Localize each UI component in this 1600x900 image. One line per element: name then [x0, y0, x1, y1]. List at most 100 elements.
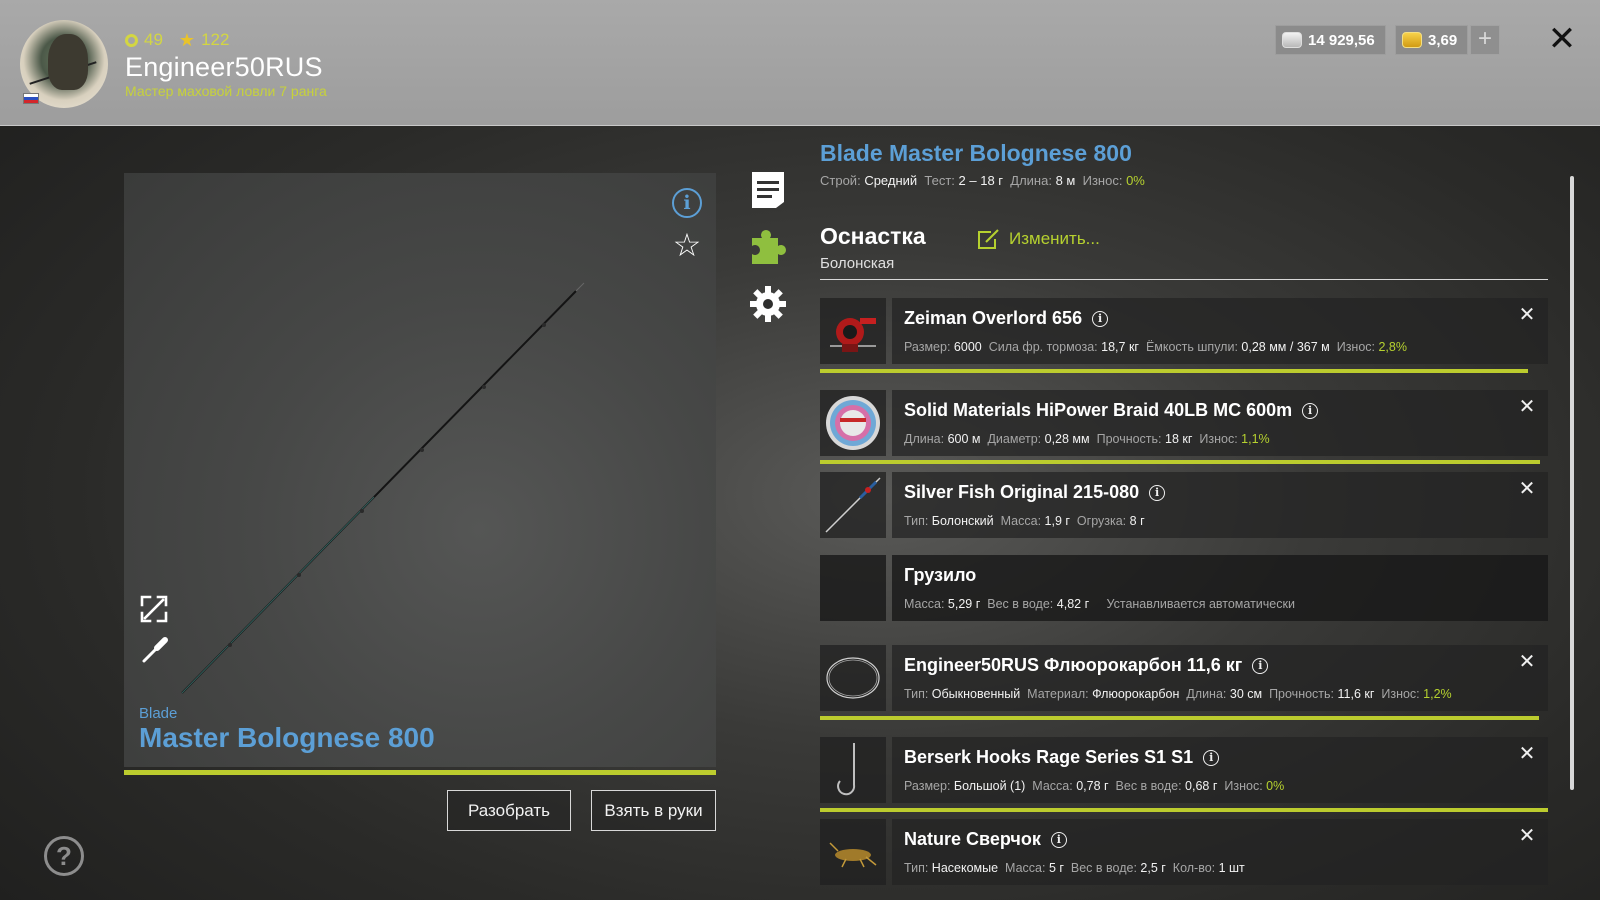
expand-icon[interactable]	[139, 594, 169, 624]
list-item[interactable]: Berserk Hooks Rage Series S1 S1 i Размер…	[892, 737, 1548, 803]
stat-label: Износ:	[1336, 340, 1375, 354]
rig-subtitle: Болонская	[820, 255, 895, 272]
info-icon[interactable]: i	[1252, 657, 1269, 674]
stat-label: Тип:	[904, 861, 929, 875]
gold-coin-icon	[1402, 32, 1422, 48]
leader-icon[interactable]	[820, 645, 886, 711]
stat-value: 11,6 кг	[1337, 687, 1375, 701]
edit-rig-label: Изменить...	[1009, 229, 1100, 248]
item-stats: Размер: 6000 Сила фр. тормоза: 18,7 кг Ё…	[904, 340, 1407, 354]
stat-label: Масса:	[1032, 779, 1073, 793]
sinker-icon	[820, 555, 886, 621]
item-stats: Размер: Большой (1) Масса: 0,78 г Вес в …	[904, 779, 1284, 793]
stat-label: Тип:	[904, 514, 929, 528]
stat-label: Износ:	[1224, 779, 1263, 793]
stat-label: Ёмкость шпули:	[1145, 340, 1238, 354]
info-icon[interactable]: i	[1302, 402, 1319, 419]
item-stats: Тип: Обыкновенный Материал: Флюорокарбон…	[904, 687, 1452, 701]
rod-model: Master Bolognese 800	[139, 722, 435, 753]
wear-bar	[820, 808, 1548, 812]
stat-value: 1 шт	[1218, 861, 1245, 875]
help-icon[interactable]: ?	[44, 836, 84, 876]
stat-label: Сила фр. тормоза:	[988, 340, 1098, 354]
section-divider	[820, 279, 1548, 280]
stat-value: Обыкновенный	[931, 687, 1021, 701]
cricket-bait-icon[interactable]	[820, 819, 886, 885]
edit-icon	[978, 229, 999, 249]
stat-label: Кол-во:	[1172, 861, 1216, 875]
info-icon[interactable]: i	[1149, 484, 1166, 501]
close-icon[interactable]: ✕	[1545, 22, 1579, 56]
stat-value: 2,8%	[1378, 340, 1407, 354]
stat-label: Масса:	[1000, 514, 1042, 528]
gold-balance: 3,69	[1395, 25, 1469, 55]
item-name: Грузило	[904, 565, 976, 586]
player-header: 49 ★ 122 Engineer50RUS Мастер маховой ло…	[0, 0, 1600, 126]
list-item[interactable]: Zeiman Overlord 656 i Размер: 6000 Сила …	[892, 298, 1548, 364]
take-in-hands-button[interactable]: Взять в руки	[591, 790, 716, 831]
float-icon[interactable]	[820, 472, 886, 538]
info-icon[interactable]: i	[672, 188, 702, 218]
list-item[interactable]: Nature Сверчок i Тип: Насекомые Масса: 5…	[892, 819, 1548, 885]
silver-coin-icon	[1282, 32, 1302, 48]
puzzle-icon[interactable]	[748, 228, 788, 268]
document-icon[interactable]	[748, 170, 788, 210]
stat-label: Размер:	[904, 340, 951, 354]
item-name: Nature Сверчок i	[904, 829, 1067, 850]
level-ring-icon	[125, 33, 138, 47]
item-name-text: Solid Materials HiPower Braid 40LB MC 60…	[904, 400, 1293, 420]
stat-value: 6000	[953, 340, 982, 354]
item-name-text: Zeiman Overlord 656	[904, 308, 1083, 328]
rod-brand: Blade	[139, 705, 178, 722]
wear-bar	[820, 460, 1540, 464]
info-icon[interactable]: i	[1050, 831, 1067, 848]
stat-label: Длина:	[904, 432, 945, 446]
stat-value: 8 г	[1129, 514, 1145, 528]
remove-item-button[interactable]: ✕	[1518, 479, 1536, 499]
remove-item-button[interactable]: ✕	[1518, 826, 1536, 846]
stat-value: 8 м	[1055, 173, 1076, 188]
gear-icon[interactable]	[748, 284, 788, 324]
auto-install-note: Устанавливается автоматически	[1106, 597, 1295, 611]
stat-label: Вес в воде:	[1070, 861, 1137, 875]
list-item[interactable]: Silver Fish Original 215-080 i Тип: Боло…	[892, 472, 1548, 538]
info-icon[interactable]: i	[1203, 749, 1220, 766]
add-currency-button[interactable]: +	[1470, 25, 1500, 55]
stat-value: 0%	[1126, 173, 1145, 188]
remove-item-button[interactable]: ✕	[1518, 305, 1536, 325]
remove-item-button[interactable]: ✕	[1518, 744, 1536, 764]
line-spool-icon[interactable]	[820, 390, 886, 456]
remove-item-button[interactable]: ✕	[1518, 652, 1536, 672]
rod-preview[interactable]	[124, 173, 716, 767]
item-name: Berserk Hooks Rage Series S1 S1 i	[904, 747, 1220, 768]
stat-value: 18,7 кг	[1101, 340, 1139, 354]
stat-label: Огрузка:	[1076, 514, 1127, 528]
silver-balance: 14 929,56	[1275, 25, 1386, 55]
stat-label: Прочность:	[1269, 687, 1335, 701]
rod-condition-bar	[124, 770, 716, 775]
brush-icon[interactable]	[139, 636, 169, 666]
list-item[interactable]: Engineer50RUS Флюорокарбон 11,6 кг i Тип…	[892, 645, 1548, 711]
hook-icon[interactable]	[820, 737, 886, 803]
reel-icon[interactable]	[820, 298, 886, 364]
remove-item-button[interactable]: ✕	[1518, 397, 1536, 417]
stat-value: 5 г	[1048, 861, 1064, 875]
disassemble-button[interactable]: Разобрать	[447, 790, 571, 831]
stat-label: Диаметр:	[987, 432, 1042, 446]
info-icon[interactable]: i	[1092, 310, 1109, 327]
stat-value: 0,28 мм / 367 м	[1241, 340, 1330, 354]
stat-label: Тип:	[904, 687, 929, 701]
list-item[interactable]: Solid Materials HiPower Braid 40LB MC 60…	[892, 390, 1548, 456]
stat-value: 2 – 18 г	[958, 173, 1004, 188]
player-name: Engineer50RUS	[125, 52, 323, 82]
edit-rig-button[interactable]: Изменить...	[977, 226, 1100, 252]
stat-value: Болонский	[931, 514, 994, 528]
player-rank-points: 122	[201, 30, 230, 49]
star-icon[interactable]: ☆	[670, 228, 704, 262]
item-name-text: Berserk Hooks Rage Series S1 S1	[904, 747, 1194, 767]
stat-value: 2,5 г	[1140, 861, 1166, 875]
stat-value: 18 кг	[1165, 432, 1193, 446]
scrollbar[interactable]	[1570, 176, 1574, 790]
stat-label: Размер:	[904, 779, 951, 793]
item-name: Solid Materials HiPower Braid 40LB MC 60…	[904, 400, 1319, 421]
